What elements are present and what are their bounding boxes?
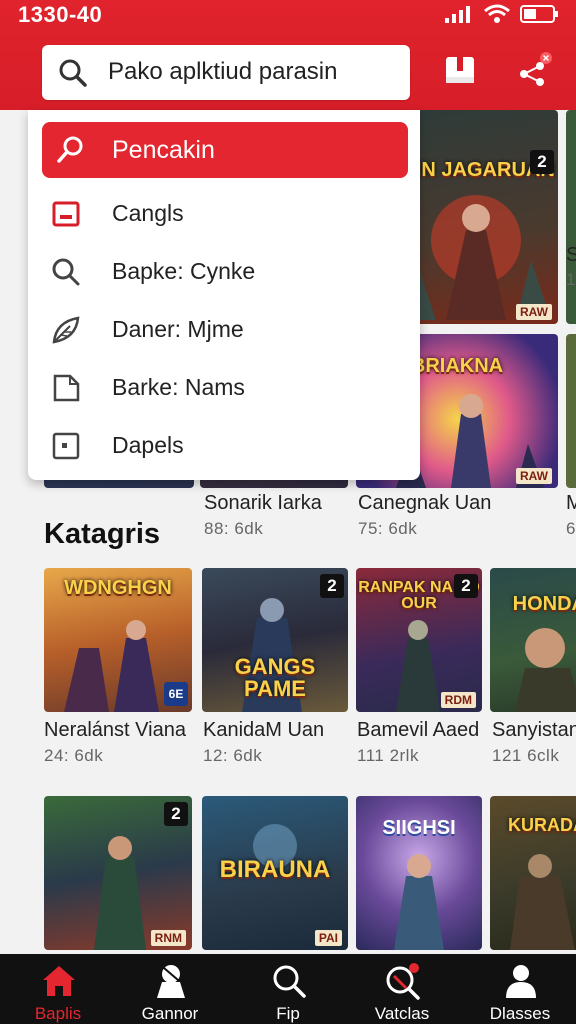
square-icon xyxy=(50,198,82,235)
tab-label: Vatclas xyxy=(374,1004,430,1023)
game-meta: 1 xyxy=(566,270,576,289)
game-thumbnail[interactable] xyxy=(566,110,576,324)
suggestion-item[interactable]: Bapke: Cynke xyxy=(42,246,408,298)
thumbnail-tag: PAI xyxy=(314,930,342,946)
game-name: Sanyistan xyxy=(492,719,576,741)
magnifier-alert-icon xyxy=(384,962,422,1005)
suggestion-item[interactable]: Cangls xyxy=(42,188,408,240)
wifi-icon xyxy=(484,4,510,29)
thumbnail-title: BIRAUNA xyxy=(219,856,331,883)
thumbnail-badge: 6E xyxy=(164,682,188,706)
tab-label: Fip xyxy=(276,1004,300,1023)
suggestion-label: Pencakin xyxy=(112,136,215,164)
suggestion-label: Barke: Nams xyxy=(112,374,245,400)
game-thumbnail[interactable]: GANGS PAME 2 xyxy=(202,568,348,712)
home-icon xyxy=(40,962,78,1005)
game-name: Bamevil Aaed xyxy=(357,719,480,741)
search-icon xyxy=(270,962,308,1005)
search-icon xyxy=(54,134,86,171)
game-thumbnail[interactable]: HONDA xyxy=(490,568,576,712)
thumbnail-tag: RDM xyxy=(440,692,476,708)
app-header: 1330-40 xyxy=(0,0,576,110)
book-icon xyxy=(444,53,476,92)
game-name: S xyxy=(566,244,576,266)
share-button[interactable] xyxy=(510,48,558,96)
status-icons xyxy=(444,4,560,29)
bottom-tab-bar: Baplis Gannor Fip Vatclas Dlasses xyxy=(0,954,576,1024)
share-icon xyxy=(516,51,552,93)
game-meta: 12: 6dk xyxy=(203,746,263,765)
thumbnail-title: HONDA xyxy=(512,593,576,615)
game-thumbnail[interactable]: RANPAK NAIED OUR 2 RDM xyxy=(356,568,482,712)
search-icon xyxy=(58,58,88,93)
suggestion-label: Dapels xyxy=(112,432,184,458)
bookmark-button[interactable] xyxy=(436,48,484,96)
game-meta: 24: 6dk xyxy=(44,746,104,765)
suggestion-item[interactable]: Daner: Mjme xyxy=(42,304,408,356)
search-bar[interactable] xyxy=(42,45,410,100)
suggestion-label: Daner: Mjme xyxy=(112,316,244,342)
game-meta: 6 xyxy=(566,519,576,538)
section-title: Katagris xyxy=(44,518,161,550)
game-name: KanidaM Uan xyxy=(203,719,325,741)
square-dot-icon xyxy=(50,430,82,467)
tab-gannor[interactable]: Gannor xyxy=(120,954,220,1024)
search-suggestions-dropdown: Pencakin Cangls Bapke: Cynke Daner: Mjme… xyxy=(28,110,420,480)
suggestion-item[interactable]: Barke: Nams xyxy=(42,362,408,414)
leaf-icon xyxy=(50,314,82,351)
tab-home[interactable]: Baplis xyxy=(8,954,108,1024)
game-name: Neralánst Viana xyxy=(44,719,186,741)
game-name: Sonarik Iarka xyxy=(204,492,322,514)
game-meta: 121 6clk xyxy=(492,746,560,765)
search-icon xyxy=(50,256,82,293)
game-meta: 111 2rlk xyxy=(357,746,419,765)
suggestion-item[interactable]: Dapels xyxy=(42,420,408,472)
suggestion-item-search[interactable]: Pencakin xyxy=(42,122,408,178)
game-name: M xyxy=(566,492,576,514)
status-time: 1330-40 xyxy=(18,2,103,27)
tab-label: Dlasses xyxy=(489,1004,551,1023)
game-thumbnail[interactable]: KURADA xyxy=(490,796,576,950)
game-thumbnail[interactable] xyxy=(566,334,576,488)
game-thumbnail[interactable]: SIIGHSI xyxy=(356,796,482,950)
tab-dlasses[interactable]: Dlasses xyxy=(470,954,570,1024)
tab-label: Baplis xyxy=(34,1004,82,1023)
tab-fip[interactable]: Fip xyxy=(238,954,338,1024)
thumbnail-title: KURADA xyxy=(508,815,576,835)
thumbnail-title: GANGS PAME xyxy=(234,654,316,701)
thumbnail-tag: RAW xyxy=(516,304,552,320)
tab-label: Gannor xyxy=(141,1004,199,1023)
game-thumbnail[interactable]: BIRAUNA PAI xyxy=(202,796,348,950)
thumbnail-badge: 2 xyxy=(530,150,554,174)
profile-icon xyxy=(502,962,540,1005)
thumbnail-tag: RNM xyxy=(150,930,186,946)
thumbnail-badge: 2 xyxy=(320,574,344,598)
game-meta: 88: 6dk xyxy=(204,519,264,538)
game-meta: 75: 6dk xyxy=(358,519,418,538)
game-thumbnail[interactable]: WDNGHGN 6E xyxy=(44,568,192,712)
search-input[interactable] xyxy=(108,55,398,89)
game-thumbnail[interactable]: 2 RNM xyxy=(44,796,192,950)
thumbnail-title: SIIGHSI xyxy=(382,817,456,839)
suggestion-label: Cangls xyxy=(112,200,184,226)
thumbnail-badge: 2 xyxy=(454,574,478,598)
thumbnail-title: WDNGHGN xyxy=(64,577,172,599)
suggestion-label: Bapke: Cynke xyxy=(112,258,256,284)
thumbnail-badge: 2 xyxy=(164,802,188,826)
document-icon xyxy=(50,372,82,409)
battery-icon xyxy=(520,4,560,29)
signal-icon xyxy=(444,4,474,29)
game-name: Canegnak Uan xyxy=(358,492,492,514)
character-icon xyxy=(152,962,190,1005)
tab-vatclas[interactable]: Vatclas xyxy=(352,954,452,1024)
thumbnail-tag: RAW xyxy=(516,468,552,484)
